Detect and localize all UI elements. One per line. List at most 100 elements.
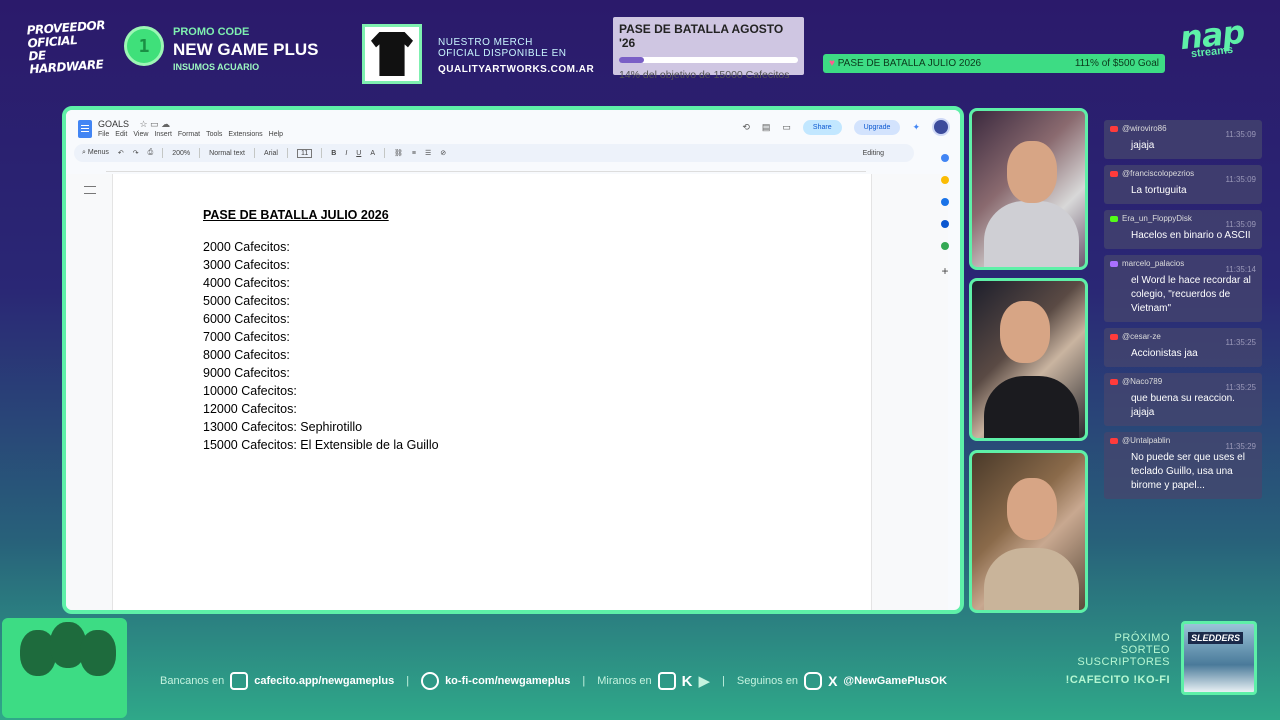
calendar-icon[interactable]	[941, 154, 949, 162]
doc-page[interactable]: PASE DE BATALLA JULIO 2026 2000 Cafecito…	[112, 174, 872, 610]
chat-time: 11:35:25	[1225, 383, 1256, 392]
goal-bar-label: ♥ PASE DE BATALLA JULIO 2026	[829, 58, 982, 69]
chat-text: que buena su reaccion. jajaja	[1131, 393, 1235, 418]
doc-body[interactable]: PASE DE BATALLA JULIO 2026 2000 Cafecito…	[203, 208, 439, 454]
doc-line: 13000 Cafecitos: Sephirotillo	[203, 420, 363, 434]
keep-icon[interactable]	[941, 176, 949, 184]
undo-icon[interactable]: ↶	[118, 149, 124, 157]
menu-file[interactable]: File	[98, 131, 109, 138]
promo-code: NEW GAME PLUS	[173, 40, 319, 59]
text-color-button[interactable]: A	[370, 150, 375, 157]
add-addon-icon[interactable]: +	[941, 264, 948, 278]
miranos-label: Miranos en	[597, 675, 652, 687]
chat-text: Hacelos en binario o ASCII	[1131, 230, 1251, 241]
x-icon[interactable]: X	[828, 673, 837, 689]
webcam-1	[969, 108, 1088, 270]
chat-time: 11:35:09	[1225, 175, 1256, 184]
gemini-icon[interactable]: ✦	[912, 122, 920, 133]
doc-line: 5000 Cafecitos:	[203, 294, 290, 308]
print-icon[interactable]: ⎙	[148, 149, 154, 157]
meet-icon[interactable]: ▭	[782, 122, 791, 133]
menu-insert[interactable]: Insert	[154, 131, 172, 138]
youtube-icon[interactable]: ▶	[698, 672, 710, 690]
youtube-icon	[1110, 437, 1118, 444]
docs-icon[interactable]	[78, 120, 92, 138]
cafecito-link[interactable]: cafecito.app/newgameplus	[254, 675, 394, 687]
bold-button[interactable]: B	[331, 150, 336, 157]
upgrade-button[interactable]: Upgrade	[853, 119, 901, 135]
doc-line: 4000 Cafecitos:	[203, 276, 290, 290]
font-size-input[interactable]: 11	[296, 148, 313, 158]
menu-edit[interactable]: Edit	[115, 131, 127, 138]
redo-icon[interactable]: ↷	[133, 149, 139, 157]
social-handle[interactable]: @NewGamePlusOK	[843, 675, 947, 687]
history-icon[interactable]: ⟲	[742, 122, 750, 133]
chat-text: jajaja	[1131, 140, 1155, 151]
chat-time: 11:35:09	[1225, 130, 1256, 139]
doc-line: 3000 Cafecitos:	[203, 258, 290, 272]
doc-line: 2000 Cafecitos:	[203, 240, 290, 254]
style-select[interactable]: Normal text	[209, 150, 245, 157]
docs-window: GOALS ☆ ▭ ☁ File Edit View Insert Format Tool…	[62, 106, 964, 614]
comment-icon[interactable]: ▤	[762, 122, 771, 133]
footer-links: Bancanos en cafecito.app/newgameplus | k…	[160, 672, 948, 690]
zoom-select[interactable]: 200%	[172, 150, 190, 157]
chat-username: Era_un_FloppyDisk	[1122, 214, 1192, 223]
chat-panel: @wiroviro86 11:35:09 jajaja @franciscolopez…	[1104, 120, 1262, 505]
underline-button[interactable]: U	[356, 150, 361, 157]
webcam-2	[969, 278, 1088, 441]
menu-format[interactable]: Format	[178, 131, 200, 138]
game-cover-sledders: SLEDDERS	[1181, 621, 1257, 695]
doc-line: 10000 Cafecitos:	[203, 384, 297, 398]
merch-line2: OFICIAL DISPONIBLE EN	[438, 48, 567, 59]
star-icon[interactable]: ☆ ▭ ☁	[140, 119, 171, 129]
sorteo-panel: PRÓXIMO SORTEO SUSCRIPTORES !CAFECITO !K…	[1050, 632, 1170, 686]
doc-line: 9000 Cafecitos:	[203, 366, 290, 380]
clear-format-icon[interactable]: ⊘	[440, 149, 446, 157]
youtube-icon	[1110, 333, 1118, 340]
twitch-icon[interactable]	[657, 672, 676, 690]
italic-button[interactable]: I	[345, 150, 347, 157]
chat-text: No puede ser que uses el teclado Guillo,…	[1131, 452, 1245, 491]
goal-progress-bar	[619, 57, 798, 63]
search-menus-button[interactable]: ⌕ Menus	[82, 149, 109, 157]
share-button[interactable]: Share	[802, 119, 842, 135]
chat-text: Accionistas jaa	[1131, 348, 1198, 359]
chat-username: @franciscolopezrios	[1122, 169, 1195, 178]
merch-shirt-image	[362, 24, 422, 84]
chat-message: @wiroviro86 11:35:09 jajaja	[1104, 120, 1262, 159]
kofi-link[interactable]: ko-fi-com/newgameplus	[445, 675, 570, 687]
promo-partner: INSUMOS ACUARIO	[173, 62, 260, 72]
chat-username: @cesar-ze	[1122, 332, 1161, 341]
chat-text: La tortuguita	[1131, 185, 1187, 196]
doc-title[interactable]: GOALS	[98, 119, 129, 129]
menu-help[interactable]: Help	[269, 131, 283, 138]
chat-message: Era_un_FloppyDisk 11:35:09 Hacelos en bina…	[1104, 210, 1262, 249]
chat-commands: !CAFECITO !KO-FI	[1065, 674, 1170, 686]
avatar[interactable]	[932, 118, 950, 136]
outline-icon[interactable]	[84, 186, 96, 194]
menu-tools[interactable]: Tools	[206, 131, 222, 138]
merch-panel: NUESTRO MERCH OFICIAL DISPONIBLE EN QUAL…	[438, 37, 594, 75]
doc-line: 15000 Cafecitos: El Extensible de la Gui…	[203, 438, 439, 452]
instagram-icon[interactable]	[804, 672, 823, 690]
font-select[interactable]: Arial	[264, 150, 278, 157]
kofi-icon	[421, 672, 440, 690]
promo-label: PROMO CODE	[173, 26, 250, 38]
goal-bar-july: ♥ PASE DE BATALLA JULIO 2026 111% of $50…	[823, 54, 1165, 73]
heart-icon: ♥	[829, 58, 835, 69]
doc-line: 12000 Cafecitos:	[203, 402, 297, 416]
kick-icon[interactable]: K	[682, 673, 693, 690]
menu-view[interactable]: View	[133, 131, 148, 138]
link-icon[interactable]: ⛓	[394, 149, 403, 157]
goal-bar-value: 111% of $500 Goal	[1074, 58, 1159, 69]
align-icon[interactable]: ≡	[412, 150, 416, 157]
maps-icon[interactable]	[941, 242, 949, 250]
menu-extensions[interactable]: Extensions	[228, 131, 262, 138]
list-icon[interactable]: ☰	[425, 149, 431, 157]
promo-code-panel: PROMO CODE NEW GAME PLUS INSUMOS ACUARIO	[173, 26, 318, 72]
editing-mode-select[interactable]: Editing	[863, 150, 884, 157]
contacts-icon[interactable]	[941, 220, 949, 228]
tasks-icon[interactable]	[941, 198, 949, 206]
chat-message: @Naco789 11:35:25 que buena su reaccion. j…	[1104, 373, 1262, 426]
